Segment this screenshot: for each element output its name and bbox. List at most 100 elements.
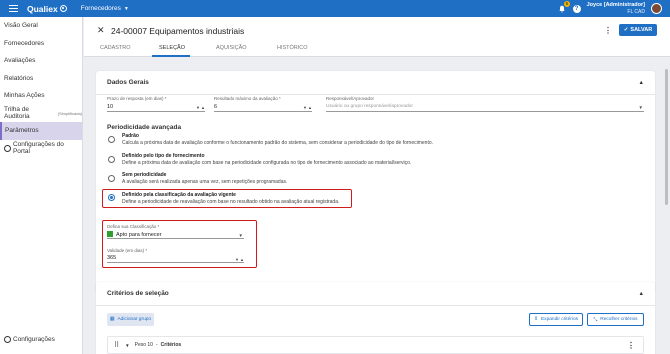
- radio-option-title: Definido pelo tipo de fornecimento: [122, 153, 205, 159]
- tab-bar: CADASTRO SELEÇÃO AQUISIÇÃO HISTÓRICO: [84, 42, 670, 57]
- save-button-label: SALVAR: [630, 27, 653, 33]
- classificacao-select[interactable]: Defina sua Classificação * Apto para for…: [107, 224, 244, 239]
- criterios-header[interactable]: Critérios de seleção ▲: [96, 282, 655, 306]
- chevron-down-icon[interactable]: ▼: [639, 105, 643, 110]
- sidebar-item-parametros[interactable]: Parâmetros: [0, 122, 82, 140]
- chevron-down-icon: ▼: [123, 5, 129, 12]
- prazo-resposta-value: 10: [107, 104, 114, 110]
- radio-button[interactable]: [108, 156, 115, 163]
- radio-option-desc: Define a periodicidade de reavaliação co…: [122, 199, 340, 205]
- sidebar-item-label: Relatórios: [4, 74, 34, 82]
- expand-icon: ⇕: [533, 317, 538, 322]
- criteria-weight: Peso 10: [134, 342, 153, 348]
- sidebar-item-tag: (Simplificada): [57, 110, 82, 116]
- check-icon: ✓: [623, 27, 629, 33]
- user-info[interactable]: Joyce [Administrador] FL CAD: [587, 2, 645, 16]
- avatar[interactable]: [651, 3, 662, 14]
- tab-cadastro[interactable]: CADASTRO: [100, 45, 131, 51]
- sidebar-item-minhas-acoes[interactable]: Minhas Ações: [0, 87, 82, 105]
- sidebar-item-visao-geral[interactable]: Visão Geral: [0, 17, 82, 35]
- sidebar-item-label: Visão Geral: [4, 22, 38, 30]
- sidebar-item-configuracoes-portal[interactable]: Configurações do Portal: [0, 140, 82, 158]
- gear-icon: [4, 144, 11, 152]
- tab-aquisicao[interactable]: AQUISIÇÃO: [216, 45, 247, 51]
- radio-option-classificacao-vigente[interactable]: Definido pela classificação da avaliação…: [108, 192, 339, 206]
- sidebar-item-label: Parâmetros: [5, 127, 39, 135]
- expand-criteria-label: Expandir critérios: [540, 317, 579, 322]
- brand-logo[interactable]: Qualiex: [27, 4, 67, 14]
- sidebar-item-avaliacoes[interactable]: Avaliações: [0, 52, 82, 70]
- sidebar-item-trilha-auditoria[interactable]: Trilha de Auditoria (Simplificada): [0, 105, 82, 123]
- sidebar-item-label: Configurações: [13, 335, 55, 343]
- user-name: Joyce [Administrador]: [586, 1, 645, 8]
- notifications-button[interactable]: 5: [558, 1, 570, 13]
- radio-option-sem-periodicidade[interactable]: Sem periodicidade A avaliação será reali…: [108, 172, 287, 186]
- classification-color-swatch: [107, 231, 113, 237]
- criteria-group-row[interactable]: ⠿ ▼ Peso 10 - Critérios ⋮: [107, 336, 644, 354]
- chevron-up-icon[interactable]: ▲: [639, 80, 644, 86]
- responsavel-aprovador-placeholder: Usuário ou grupo responsável/aprovador: [326, 104, 413, 109]
- radio-option-title: Padrão: [122, 133, 139, 139]
- radio-option-title: Definido pela classificação da avaliação…: [122, 192, 236, 198]
- scrollbar[interactable]: [665, 69, 668, 205]
- chevron-up-icon[interactable]: ▲: [639, 291, 644, 297]
- dados-gerais-title: Dados Gerais: [107, 79, 149, 86]
- active-tab-indicator: [152, 55, 190, 57]
- validade-value: 365: [107, 255, 117, 261]
- tab-historico[interactable]: HISTÓRICO: [277, 45, 308, 51]
- menu-icon[interactable]: [9, 4, 18, 13]
- radio-option-desc: Calcula a próxima data de avaliação conf…: [122, 140, 434, 146]
- sidebar: Visão Geral Fornecedores Avaliações Rela…: [0, 17, 83, 354]
- radio-button[interactable]: [108, 136, 115, 143]
- validade-field[interactable]: Validade (em dias) * 365 ▼ ▲: [107, 248, 244, 263]
- top-bar: Qualiex Fornecedores ▼ 5 ? Joyce [Admini…: [0, 0, 670, 17]
- chevron-down-icon[interactable]: ▼: [125, 343, 129, 348]
- sidebar-item-relatorios[interactable]: Relatórios: [0, 70, 82, 88]
- radio-option-padrao[interactable]: Padrão Calcula a próxima data de avaliaç…: [108, 133, 433, 147]
- validade-label: Validade (em dias) *: [107, 248, 148, 253]
- collapse-criteria-label: Recolher critérios: [600, 317, 638, 322]
- resultado-maximo-value: 6: [214, 104, 218, 110]
- stepper-icon[interactable]: ▼ ▲: [303, 105, 312, 110]
- tab-selecao[interactable]: SELEÇÃO: [159, 45, 185, 51]
- periodicidade-title: Periodicidade avançada: [107, 124, 182, 131]
- stepper-icon[interactable]: ▼ ▲: [196, 105, 205, 110]
- radio-option-desc: Define a próxima data de avaliação com b…: [122, 160, 412, 166]
- sidebar-item-label: Configurações do Portal: [12, 141, 64, 156]
- add-group-label: Adicionar grupo: [117, 317, 152, 322]
- module-selector[interactable]: Fornecedores ▼: [81, 5, 129, 12]
- save-button[interactable]: ✓ SALVAR: [619, 24, 657, 36]
- sidebar-item-fornecedores[interactable]: Fornecedores: [0, 35, 82, 53]
- sidebar-item-label: Minhas Ações: [4, 92, 45, 100]
- dados-gerais-header[interactable]: Dados Gerais ▲: [96, 71, 655, 95]
- radio-button[interactable]: [108, 175, 115, 182]
- classificacao-label: Defina sua Classificação *: [107, 224, 160, 229]
- more-options-icon[interactable]: ⋮: [627, 341, 635, 350]
- responsavel-aprovador-field[interactable]: Responsável/Aprovador Usuário ou grupo r…: [326, 96, 644, 112]
- add-group-icon: ▦: [109, 317, 115, 322]
- sidebar-item-label: Fornecedores: [4, 39, 45, 47]
- drag-handle-icon[interactable]: ⠿: [114, 341, 119, 349]
- help-button[interactable]: ?: [572, 4, 581, 13]
- prazo-resposta-label: Prazo de resposta (em dias) *: [107, 96, 167, 101]
- collapse-criteria-button[interactable]: ⤡ Recolher critérios: [587, 313, 644, 326]
- criterios-card: Critérios de seleção ▲ ▦ Adicionar grupo…: [96, 282, 655, 354]
- expand-criteria-button[interactable]: ⇕ Expandir critérios: [529, 313, 583, 326]
- radio-option-tipo-fornecimento[interactable]: Definido pelo tipo de fornecimento Defin…: [108, 153, 411, 167]
- prazo-resposta-field[interactable]: Prazo de resposta (em dias) * 10 ▼ ▲: [107, 96, 205, 112]
- brand-name: Qualiex: [27, 3, 58, 14]
- more-options-icon[interactable]: ⋮: [604, 26, 612, 35]
- add-group-button[interactable]: ▦ Adicionar grupo: [107, 313, 154, 326]
- separator: -: [155, 342, 158, 348]
- radio-option-desc: A avaliação será realizada apenas uma ve…: [122, 179, 288, 185]
- radio-option-title: Sem periodicidade: [122, 172, 167, 178]
- radio-button-checked[interactable]: [108, 194, 115, 201]
- resultado-maximo-label: Resultado máximo da avaliação *: [214, 96, 281, 101]
- sidebar-item-configuracoes[interactable]: Configurações: [0, 331, 82, 349]
- close-icon[interactable]: ✕: [97, 25, 105, 36]
- collapse-icon: ⤡: [593, 317, 598, 323]
- notification-badge: 5: [564, 1, 570, 7]
- resultado-maximo-field[interactable]: Resultado máximo da avaliação * 6 ▼ ▲: [214, 96, 312, 112]
- dados-gerais-card: Dados Gerais ▲ Prazo de resposta (em dia…: [96, 71, 655, 294]
- responsavel-aprovador-label: Responsável/Aprovador: [326, 96, 375, 101]
